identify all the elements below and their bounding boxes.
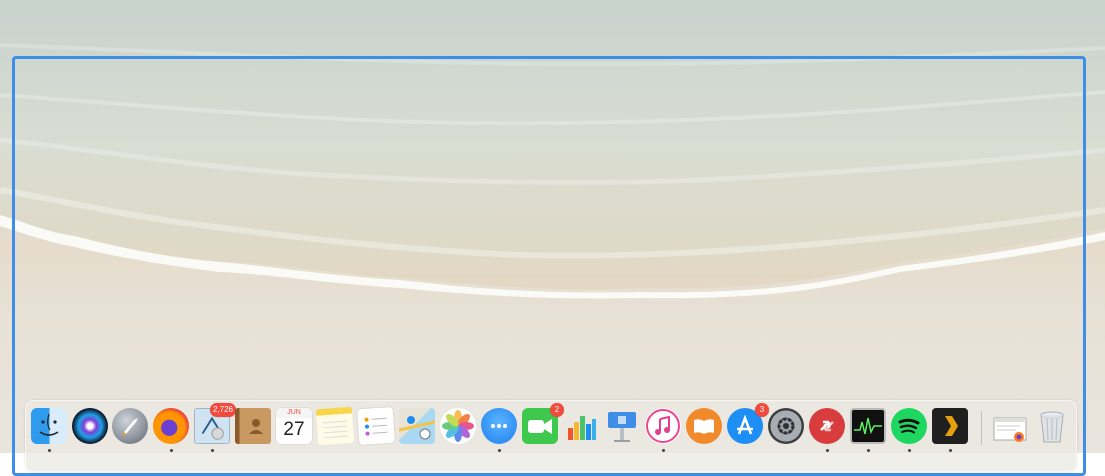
running-indicator [867,449,870,452]
dock-item-firefox[interactable] [153,408,189,452]
dock-item-system-preferences[interactable] [768,408,804,444]
finder-icon [31,408,67,444]
calendar-icon: JUN 27 [276,408,312,444]
dock-item-itunes[interactable] [645,408,681,452]
running-indicator [211,449,214,452]
running-indicator [949,449,952,452]
facetime-badge: 2 [550,403,564,417]
dock-item-app-store[interactable]: 3 [727,403,769,444]
launchpad-icon [112,408,148,444]
dock-item-contacts[interactable] [235,408,271,444]
running-indicator [48,449,51,452]
books-icon [686,408,722,444]
maps-icon [399,408,435,444]
dock-item-mail[interactable]: 2,726 [194,403,236,452]
spotify-icon [891,408,927,444]
downloads-stack-icon [992,408,1028,444]
messages-icon [481,408,517,444]
calendar-day: 27 [283,419,305,440]
mail-badge: 2,726 [209,403,236,417]
running-indicator [498,449,501,452]
dock-item-spotify[interactable] [891,408,927,452]
dock-separator [981,411,982,445]
keynote-icon [604,408,640,444]
numbers-icon [563,408,599,444]
itunes-icon [645,408,681,444]
dock-item-downloads-stack[interactable] [992,408,1028,444]
remote-desktop-icon [809,408,845,444]
running-indicator [170,449,173,452]
trash-icon [1034,408,1070,444]
activity-monitor-icon [850,408,886,444]
photos-icon [440,408,476,444]
dock-item-calendar[interactable]: JUN 27 [276,408,312,444]
dock-item-photos[interactable] [440,408,476,444]
dock-item-numbers[interactable] [563,408,599,444]
dock-item-notes[interactable] [315,406,355,446]
system-preferences-icon [768,408,804,444]
contacts-icon [235,408,271,444]
reminders-icon [356,406,396,446]
dock-item-maps[interactable] [399,408,435,444]
running-indicator [662,449,665,452]
dock-item-plex[interactable] [932,408,968,452]
dock-item-books[interactable] [686,408,722,444]
dock-item-trash[interactable] [1034,408,1070,444]
plex-icon [932,408,968,444]
notes-icon [315,406,355,446]
dock-item-messages[interactable] [481,408,517,452]
dock-item-finder[interactable] [31,408,67,452]
dock-item-facetime[interactable]: 2 [522,403,564,444]
siri-icon [72,408,108,444]
running-indicator [826,449,829,452]
dock-item-remote-desktop[interactable] [809,408,845,452]
dock-item-reminders[interactable] [356,406,396,446]
dock: 2,726 JUN 27 2 3 [25,400,1077,472]
dock-item-activity-monitor[interactable] [850,408,886,452]
dock-item-launchpad[interactable] [112,408,148,444]
dock-item-keynote[interactable] [604,408,640,444]
dock-item-siri[interactable] [72,408,108,444]
firefox-icon [153,408,189,444]
calendar-month: JUN [276,408,312,418]
app-store-badge: 3 [755,403,769,417]
running-indicator [908,449,911,452]
